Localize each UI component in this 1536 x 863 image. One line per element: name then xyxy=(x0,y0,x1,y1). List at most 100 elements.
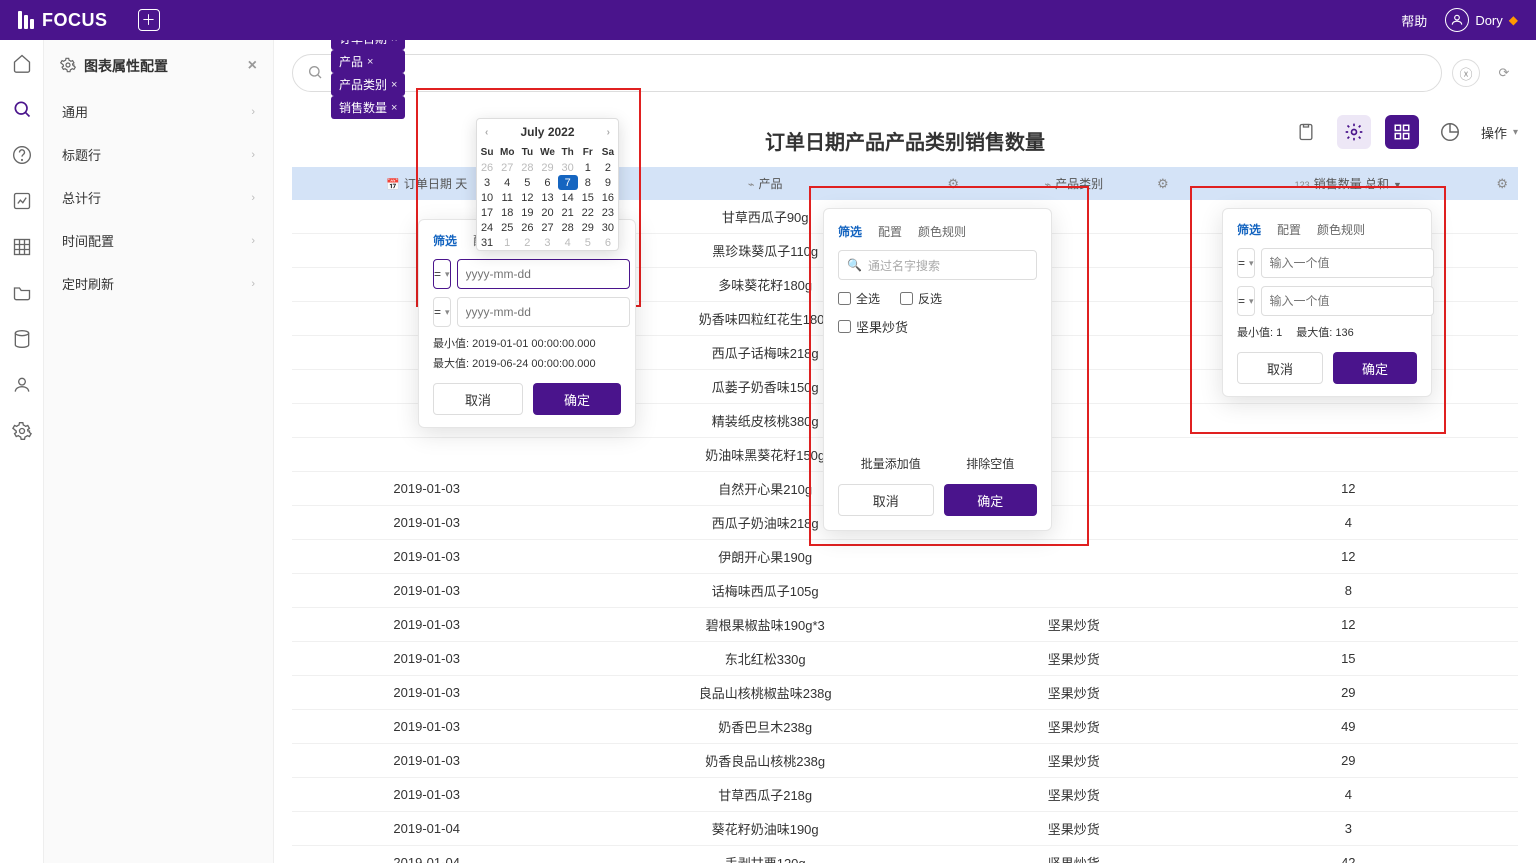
cal-day[interactable]: 4 xyxy=(497,175,517,190)
chart-icon[interactable] xyxy=(11,190,33,212)
cal-day[interactable]: 25 xyxy=(497,220,517,235)
cal-day[interactable]: 13 xyxy=(537,190,557,205)
table-row[interactable]: 2019-01-04手剥甘栗120g坚果炒货42 xyxy=(292,846,1518,863)
gear-icon[interactable]: ⚙ xyxy=(947,176,959,192)
home-icon[interactable] xyxy=(11,52,33,74)
table-row[interactable]: 2019-01-03奶香巴旦木238g坚果炒货49 xyxy=(292,710,1518,744)
cal-day[interactable]: 3 xyxy=(477,175,497,190)
cal-day[interactable]: 26 xyxy=(517,220,537,235)
table-row[interactable]: 2019-01-04葵花籽奶油味190g坚果炒货3 xyxy=(292,812,1518,846)
cal-day[interactable]: 5 xyxy=(578,235,598,250)
tab-config[interactable]: 配置 xyxy=(878,223,902,240)
select-all-checkbox[interactable]: 全选 xyxy=(838,290,880,307)
tab-config[interactable]: 配置 xyxy=(1277,221,1301,238)
cal-day[interactable]: 6 xyxy=(537,175,557,190)
cal-day[interactable]: 27 xyxy=(537,220,557,235)
cal-day[interactable]: 9 xyxy=(598,175,618,190)
config-icon[interactable] xyxy=(1337,115,1371,149)
exclude-null-link[interactable]: 排除空值 xyxy=(966,455,1014,472)
filter-item[interactable]: 坚果炒货 xyxy=(838,317,1037,336)
cal-day[interactable]: 1 xyxy=(578,160,598,175)
cal-day[interactable]: 19 xyxy=(517,205,537,220)
cancel-button[interactable]: 取消 xyxy=(1237,352,1323,384)
help-icon[interactable] xyxy=(11,144,33,166)
refresh-icon[interactable]: ⟳ xyxy=(1490,59,1518,87)
cancel-button[interactable]: 取消 xyxy=(433,383,523,415)
batch-add-link[interactable]: 批量添加值 xyxy=(861,455,921,472)
cal-day[interactable]: 4 xyxy=(558,235,578,250)
cal-day[interactable]: 30 xyxy=(558,160,578,175)
cal-day[interactable]: 2 xyxy=(598,160,618,175)
cancel-button[interactable]: 取消 xyxy=(838,484,934,516)
table-row[interactable]: 2019-01-03碧根果椒盐味190g*3坚果炒货12 xyxy=(292,608,1518,642)
tab-filter[interactable]: 筛选 xyxy=(433,232,457,249)
cal-day[interactable]: 6 xyxy=(598,235,618,250)
config-item[interactable]: 定时刷新› xyxy=(44,262,273,305)
cal-day[interactable]: 15 xyxy=(578,190,598,205)
chart-view-icon[interactable] xyxy=(1433,115,1467,149)
config-item[interactable]: 通用› xyxy=(44,90,273,133)
database-icon[interactable] xyxy=(11,328,33,350)
tab-color[interactable]: 颜色规则 xyxy=(918,223,966,240)
date-input[interactable] xyxy=(457,297,630,327)
cal-day[interactable]: 7 xyxy=(558,175,578,190)
tab-color[interactable]: 颜色规则 xyxy=(1317,221,1365,238)
remove-chip-icon[interactable]: × xyxy=(391,40,397,45)
cal-day[interactable]: 29 xyxy=(578,220,598,235)
table-row[interactable]: 2019-01-03伊朗开心果190g12 xyxy=(292,540,1518,574)
config-item[interactable]: 标题行› xyxy=(44,133,273,176)
table-row[interactable]: 2019-01-03话梅味西瓜子105g8 xyxy=(292,574,1518,608)
ok-button[interactable]: 确定 xyxy=(944,484,1038,516)
value-input[interactable] xyxy=(1261,286,1434,316)
tab-filter[interactable]: 筛选 xyxy=(1237,221,1261,238)
user-menu[interactable]: Dory ◆ xyxy=(1445,8,1518,32)
cal-day[interactable]: 31 xyxy=(477,235,497,250)
sort-icon[interactable]: ▼ xyxy=(1393,180,1402,190)
cal-day[interactable]: 16 xyxy=(598,190,618,205)
search-input[interactable]: 🔍 通过名字搜索 xyxy=(838,250,1037,280)
table-row[interactable]: 2019-01-03奶香良品山核桃238g坚果炒货29 xyxy=(292,744,1518,778)
cal-day[interactable]: 18 xyxy=(497,205,517,220)
table-row[interactable]: 2019-01-03良品山核桃椒盐味238g坚果炒货29 xyxy=(292,676,1518,710)
cal-day[interactable]: 5 xyxy=(517,175,537,190)
settings-icon[interactable] xyxy=(11,420,33,442)
folder-icon[interactable] xyxy=(11,282,33,304)
help-link[interactable]: 帮助 xyxy=(1401,11,1427,30)
cal-day[interactable]: 11 xyxy=(497,190,517,205)
new-button[interactable]: ＋ xyxy=(138,9,160,31)
invert-checkbox[interactable]: 反选 xyxy=(900,290,942,307)
config-item[interactable]: 时间配置› xyxy=(44,219,273,262)
date-input[interactable] xyxy=(457,259,630,289)
cal-day[interactable]: 22 xyxy=(578,205,598,220)
query-chip[interactable]: 产品× xyxy=(331,50,405,73)
app-logo[interactable]: FOCUS xyxy=(18,10,108,31)
operator-select[interactable]: =▾ xyxy=(433,259,451,289)
col-qty[interactable]: 123销售数量 总和▼⚙ xyxy=(1179,167,1518,200)
grid-icon[interactable] xyxy=(11,236,33,258)
cal-day[interactable]: 3 xyxy=(537,235,557,250)
operations-menu[interactable]: 操作▾ xyxy=(1481,123,1518,142)
config-item[interactable]: 总计行› xyxy=(44,176,273,219)
operator-select[interactable]: =▾ xyxy=(433,297,451,327)
cal-day[interactable]: 20 xyxy=(537,205,557,220)
cal-day[interactable]: 26 xyxy=(477,160,497,175)
clipboard-icon[interactable] xyxy=(1289,115,1323,149)
cal-day[interactable]: 21 xyxy=(558,205,578,220)
prev-month-icon[interactable]: ‹ xyxy=(485,127,488,138)
cal-day[interactable]: 30 xyxy=(598,220,618,235)
ok-button[interactable]: 确定 xyxy=(1333,352,1417,384)
search-icon[interactable] xyxy=(11,98,33,120)
cal-day[interactable]: 23 xyxy=(598,205,618,220)
remove-chip-icon[interactable]: × xyxy=(391,79,397,91)
cal-day[interactable]: 29 xyxy=(537,160,557,175)
query-chip[interactable]: 产品类别× xyxy=(331,73,405,96)
remove-chip-icon[interactable]: × xyxy=(367,56,373,68)
table-row[interactable]: 2019-01-03东北红松330g坚果炒货15 xyxy=(292,642,1518,676)
clear-query-icon[interactable]: ⓧ xyxy=(1452,59,1480,87)
cal-day[interactable]: 27 xyxy=(497,160,517,175)
cal-day[interactable]: 2 xyxy=(517,235,537,250)
operator-select[interactable]: =▾ xyxy=(1237,248,1255,278)
cal-day[interactable]: 14 xyxy=(558,190,578,205)
user-icon[interactable] xyxy=(11,374,33,396)
cal-day[interactable]: 24 xyxy=(477,220,497,235)
